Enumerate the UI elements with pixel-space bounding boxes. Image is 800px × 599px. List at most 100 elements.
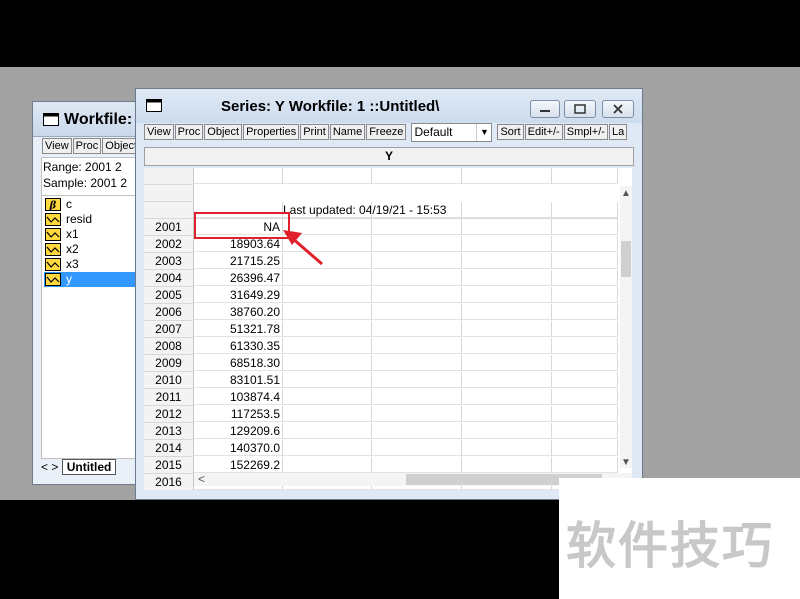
grid-cell[interactable] xyxy=(552,219,618,235)
row-header[interactable]: 2001 xyxy=(144,219,194,236)
table-row[interactable]: 2012 117253.5 xyxy=(144,406,618,423)
value-cell[interactable]: 129209.6 xyxy=(194,423,283,439)
row-header[interactable]: 2006 xyxy=(144,304,194,321)
sample-toggle-button[interactable]: Smpl+/- xyxy=(563,124,608,140)
value-cell[interactable]: 117253.5 xyxy=(194,406,283,422)
minimize-button[interactable] xyxy=(530,100,560,118)
row-header[interactable]: 2007 xyxy=(144,321,194,338)
grid-cell[interactable] xyxy=(372,253,462,269)
value-cell[interactable]: 51321.78 xyxy=(194,321,283,337)
edit-toggle-button[interactable]: Edit+/- xyxy=(524,124,563,140)
grid-cell[interactable] xyxy=(462,423,552,439)
value-cell[interactable]: 103874.4 xyxy=(194,389,283,405)
row-header[interactable]: 2015 xyxy=(144,457,194,474)
grid-cell[interactable] xyxy=(552,253,618,269)
grid-cell[interactable] xyxy=(372,440,462,456)
scroll-left-icon[interactable]: < xyxy=(198,472,205,486)
vertical-scrollbar[interactable]: ▲ ▼ xyxy=(620,186,632,468)
grid-cell[interactable] xyxy=(283,236,372,252)
table-row[interactable]: 2014 140370.0 xyxy=(144,440,618,457)
row-header[interactable]: 2004 xyxy=(144,270,194,287)
value-cell[interactable]: 61330.35 xyxy=(194,338,283,354)
grid-cell[interactable] xyxy=(552,457,618,473)
value-cell[interactable]: 26396.47 xyxy=(194,270,283,286)
name-button[interactable]: Name xyxy=(329,124,366,140)
grid-cell[interactable] xyxy=(372,270,462,286)
value-cell[interactable]: 83101.51 xyxy=(194,372,283,388)
grid-cell[interactable] xyxy=(462,304,552,320)
grid-cell[interactable] xyxy=(372,423,462,439)
grid-cell[interactable] xyxy=(462,287,552,303)
row-header[interactable]: 2014 xyxy=(144,440,194,457)
scroll-up-icon[interactable]: ▲ xyxy=(620,188,632,199)
grid-cell[interactable] xyxy=(283,304,372,320)
grid-cell[interactable] xyxy=(552,355,618,371)
grid-cell[interactable] xyxy=(462,457,552,473)
grid-cell[interactable] xyxy=(372,406,462,422)
table-row[interactable]: 2006 38760.20 xyxy=(144,304,618,321)
grid-cell[interactable] xyxy=(372,236,462,252)
value-cell[interactable]: 31649.29 xyxy=(194,287,283,303)
grid-cell[interactable] xyxy=(552,423,618,439)
value-cell[interactable]: 68518.30 xyxy=(194,355,283,371)
value-cell[interactable]: 152269.2 xyxy=(194,457,283,473)
grid-cell[interactable] xyxy=(552,270,618,286)
grid-cell[interactable] xyxy=(462,406,552,422)
vertical-scroll-thumb[interactable] xyxy=(621,241,631,277)
table-row[interactable]: 2015 152269.2 xyxy=(144,457,618,474)
grid-cell[interactable] xyxy=(372,338,462,354)
row-header[interactable]: 2005 xyxy=(144,287,194,304)
row-header[interactable]: 2012 xyxy=(144,406,194,423)
scroll-down-icon[interactable]: ▼ xyxy=(620,457,632,468)
grid-cell[interactable] xyxy=(283,406,372,422)
grid-cell[interactable] xyxy=(462,355,552,371)
grid-cell[interactable] xyxy=(283,253,372,269)
table-row[interactable]: 2008 61330.35 xyxy=(144,338,618,355)
grid-cell[interactable] xyxy=(372,287,462,303)
tab-nav-arrows[interactable]: < > xyxy=(41,460,58,474)
grid-cell[interactable] xyxy=(462,321,552,337)
grid-cell[interactable] xyxy=(552,338,618,354)
grid-cell[interactable] xyxy=(552,406,618,422)
table-row[interactable]: 2003 21715.25 xyxy=(144,253,618,270)
grid-cell[interactable] xyxy=(552,236,618,252)
table-row[interactable]: 2010 83101.51 xyxy=(144,372,618,389)
grid-cell[interactable] xyxy=(552,440,618,456)
row-header[interactable]: 2003 xyxy=(144,253,194,270)
grid-cell[interactable] xyxy=(283,338,372,354)
grid-cell[interactable] xyxy=(552,321,618,337)
table-row[interactable]: 2004 26396.47 xyxy=(144,270,618,287)
close-button[interactable] xyxy=(602,100,634,118)
grid-cell[interactable] xyxy=(372,457,462,473)
sort-button[interactable]: Sort xyxy=(497,124,524,140)
value-cell[interactable]: 140370.0 xyxy=(194,440,283,456)
grid-cell[interactable] xyxy=(552,304,618,320)
row-header[interactable]: 2009 xyxy=(144,355,194,372)
value-cell[interactable]: 38760.20 xyxy=(194,304,283,320)
view-button[interactable]: View xyxy=(144,124,174,140)
proc-button[interactable]: Proc xyxy=(72,138,102,154)
proc-button[interactable]: Proc xyxy=(174,124,204,140)
grid-cell[interactable] xyxy=(462,253,552,269)
series-titlebar[interactable]: Series: Y Workfile: 1 ::Untitled\ xyxy=(136,89,642,123)
object-button[interactable]: Object xyxy=(204,124,243,140)
label-button[interactable]: La xyxy=(608,124,628,140)
grid-cell[interactable] xyxy=(372,321,462,337)
row-header[interactable]: 2011 xyxy=(144,389,194,406)
row-header[interactable]: 2002 xyxy=(144,236,194,253)
grid-cell[interactable] xyxy=(462,338,552,354)
grid-cell[interactable] xyxy=(283,321,372,337)
table-row[interactable]: 2013 129209.6 xyxy=(144,423,618,440)
view-button[interactable]: View xyxy=(42,138,72,154)
row-header[interactable]: 2016 xyxy=(144,474,194,490)
grid-cell[interactable] xyxy=(283,372,372,388)
grid-cell[interactable] xyxy=(372,372,462,388)
grid-cell[interactable] xyxy=(283,457,372,473)
table-row[interactable]: 2007 51321.78 xyxy=(144,321,618,338)
grid-cell[interactable] xyxy=(372,304,462,320)
grid-cell[interactable] xyxy=(462,270,552,286)
row-header[interactable]: 2010 xyxy=(144,372,194,389)
grid-cell[interactable] xyxy=(283,270,372,286)
freeze-button[interactable]: Freeze xyxy=(366,124,407,140)
grid-cell[interactable] xyxy=(283,423,372,439)
